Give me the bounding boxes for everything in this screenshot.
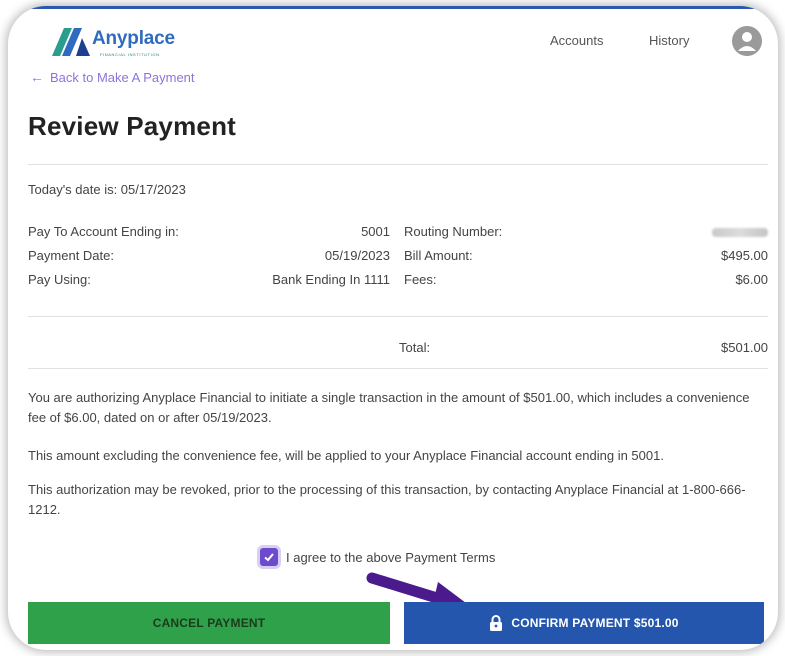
today-date: Today's date is: 05/17/2023 [28, 182, 186, 197]
cancel-payment-button[interactable]: CANCEL PAYMENT [28, 602, 390, 644]
pay-to-label: Pay To Account Ending in: [28, 224, 179, 239]
detail-row: Pay To Account Ending in: 5001 Routing N… [28, 224, 768, 242]
arrow-left-icon: ← [30, 69, 44, 85]
confirm-payment-label: CONFIRM PAYMENT $501.00 [511, 616, 679, 630]
terms-paragraph: This amount excluding the convenience fe… [28, 448, 664, 463]
pay-using-label: Pay Using: [28, 272, 91, 287]
back-link[interactable]: ← Back to Make A Payment [30, 69, 195, 85]
payment-date-value: 05/19/2023 [324, 248, 390, 263]
bill-amount-label: Bill Amount: [404, 248, 473, 263]
agree-checkbox[interactable] [260, 548, 278, 566]
divider [28, 368, 768, 369]
brand-subtitle: FINANCIAL INSTITUTION [100, 52, 160, 57]
bill-amount-value: $495.00 [721, 248, 768, 263]
user-avatar-icon[interactable] [730, 24, 764, 58]
app-window: Anyplace FINANCIAL INSTITUTION Accounts … [8, 6, 778, 650]
checkmark-icon [264, 553, 274, 562]
brand-logo[interactable]: Anyplace FINANCIAL INSTITUTION [50, 24, 200, 64]
routing-value-redacted [712, 224, 768, 240]
detail-row: Payment Date: 05/19/2023 Bill Amount: $4… [28, 248, 768, 266]
confirm-payment-button[interactable]: CONFIRM PAYMENT $501.00 [404, 602, 764, 644]
divider [28, 316, 768, 317]
page-title: Review Payment [28, 111, 237, 141]
agree-terms[interactable]: I agree to the above Payment Terms [260, 548, 495, 566]
nav-history[interactable]: History [649, 33, 689, 48]
terms-paragraph: You are authorizing Anyplace Financial t… [28, 390, 750, 425]
nav-accounts[interactable]: Accounts [550, 33, 603, 48]
agree-label: I agree to the above Payment Terms [286, 549, 496, 565]
lock-icon [490, 615, 503, 631]
fees-value: $6.00 [735, 272, 768, 287]
divider [28, 164, 768, 165]
fees-label: Fees: [404, 272, 437, 287]
payment-date-label: Payment Date: [28, 248, 114, 263]
routing-label: Routing Number: [404, 224, 503, 239]
brand-name: Anyplace [92, 28, 175, 49]
terms-paragraph: This authorization may be revoked, prior… [28, 482, 746, 517]
total-value: $501.00 [721, 340, 768, 355]
total-label: Total: [399, 340, 431, 355]
logo-mark-icon [52, 28, 90, 56]
detail-row: Pay Using: Bank Ending In 1111 Fees: $6.… [28, 272, 768, 290]
pay-using-value: Bank Ending In 1111 [272, 272, 390, 287]
pay-to-value: 5001 [361, 224, 390, 239]
back-link-label: Back to Make A Payment [50, 69, 195, 85]
